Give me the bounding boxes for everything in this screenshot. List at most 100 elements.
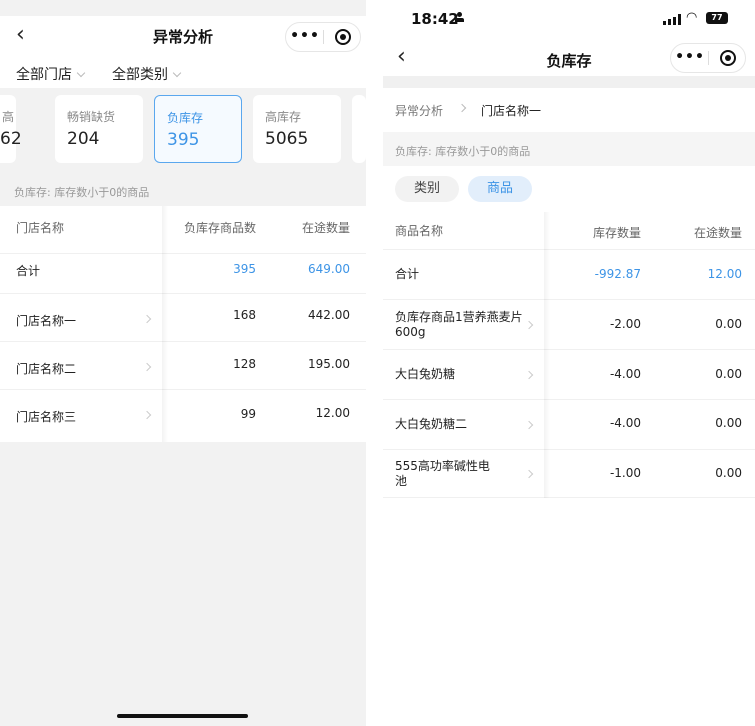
table-row[interactable]: 门店名称二 128 195.00 [0,342,366,390]
nav-bar: ‹ 负库存 ••• [383,40,755,76]
header-stock-qty[interactable]: 库存数量 [593,224,641,241]
total-stock: -992.87 [594,267,641,281]
store-transit: 442.00 [308,308,350,322]
store-transit: 12.00 [315,406,350,420]
breadcrumb-item-current: 门店名称一 [481,104,542,118]
product-name: 大白兔奶糖 [395,367,456,381]
target-icon[interactable] [720,50,736,66]
table-total-row: 合计 395 649.00 [0,246,366,294]
total-transit: 12.00 [707,267,742,281]
product-table: 商品名称 库存数量 在途数量 合计 -992.87 12.00 负库存商品1营养… [383,212,755,498]
mini-program-capsule: ••• [285,22,361,52]
filter-bar: 全部门店 全部类别 [0,56,366,88]
fixed-column-shadow [162,206,168,442]
capsule-divider [323,30,324,44]
more-dots-icon[interactable]: ••• [671,44,709,72]
chevron-down-icon [172,68,182,78]
product-name: 555高功率碱性电池 [395,459,490,488]
signal-icon [663,14,681,25]
chevron-right-icon [142,410,152,420]
header-in-transit[interactable]: 在途数量 [302,219,350,236]
chevron-right-icon [142,314,152,324]
store-name: 门店名称一 [16,314,77,328]
breadcrumb: 异常分析 门店名称一 [383,88,755,132]
total-label: 合计 [395,267,420,281]
chevron-right-icon [524,420,534,430]
nav-bar: ‹ 异常分析 ••• [0,16,366,56]
store-negative-count: 128 [233,357,256,371]
segment-tabs: 类别 商品 [383,166,755,212]
capsule-divider [708,51,709,65]
anomaly-analysis-screen: ‹ 异常分析 ••• 全部门店 全部类别 高 62 畅销缺货 204 负库存 3… [0,0,366,726]
chevron-right-icon [524,469,534,479]
negative-stock-screen: 18:42 ◠ 77 ‹ 负库存 ••• 异常分析 门店名称一 负库存: 库存数… [383,0,755,726]
mini-program-capsule: ••• [670,43,746,73]
status-time: 18:42 [411,10,459,28]
tab-product[interactable]: 商品 [468,176,532,202]
product-transit: 0.00 [715,466,742,480]
store-transit: 195.00 [308,357,350,371]
metric-cards: 高 62 畅销缺货 204 负库存 395 高库存 5065 [0,88,366,176]
table-row[interactable]: 555高功率碱性电池 -1.00 0.00 [383,450,755,498]
store-filter-label: 全部门店 [16,67,72,83]
metric-card-label: 负库存 [167,111,204,125]
store-name: 门店名称二 [16,362,77,376]
metric-card-label: 高库存 [265,110,302,124]
total-transit: 649.00 [308,262,350,276]
store-name: 门店名称三 [16,410,77,424]
product-name: 负库存商品1营养燕麦片600g [395,310,523,339]
table-row[interactable]: 门店名称一 168 442.00 [0,294,366,342]
metric-card-negative-stock[interactable]: 负库存 395 [154,95,242,163]
store-negative-count: 99 [240,407,256,421]
table-row[interactable]: 负库存商品1营养燕麦片600g -2.00 0.00 [383,300,755,350]
store-filter[interactable]: 全部门店 [16,64,86,84]
battery-icon: 77 [706,12,728,24]
more-dots-icon[interactable]: ••• [286,23,324,51]
header-negative-count[interactable]: 负库存商品数 [184,219,256,236]
metric-card-value: 395 [167,130,200,150]
metric-card-label: 畅销缺货 [67,110,116,124]
table-row[interactable]: 门店名称三 99 12.00 [0,390,366,438]
person-icon [455,12,464,22]
chevron-right-icon [524,320,534,330]
home-indicator[interactable] [117,714,248,718]
tab-category[interactable]: 类别 [395,176,459,202]
product-stock: -4.00 [609,416,641,430]
category-filter-label: 全部类别 [112,67,168,83]
status-bar: 18:42 ◠ 77 [383,0,755,40]
section-gap [383,76,755,88]
product-transit: 0.00 [715,367,742,381]
table-row[interactable]: 大白兔奶糖二 -4.00 0.00 [383,400,755,450]
wifi-icon: ◠ [686,10,698,25]
target-icon[interactable] [335,29,351,45]
metric-card-high[interactable]: 高 62 [0,95,22,163]
metric-card-bestseller-shortage[interactable]: 畅销缺货 204 [55,95,143,163]
product-stock: -4.00 [609,367,641,381]
metric-card-high-stock[interactable]: 高库存 5065 [253,95,341,163]
store-table: 门店名称 负库存商品数 在途数量 合计 395 649.00 门店名称一 168… [0,206,366,442]
metric-description: 负库存: 库存数小于0的商品 [0,176,366,206]
product-stock: -1.00 [609,466,641,480]
header-product-name: 商品名称 [395,224,444,238]
total-count: 395 [233,262,256,276]
metric-card-value: 204 [67,129,100,149]
total-label: 合计 [16,264,41,278]
header-in-transit[interactable]: 在途数量 [694,224,742,241]
fixed-column-shadow [544,212,550,498]
chevron-right-icon [524,370,534,380]
store-negative-count: 168 [233,308,256,322]
product-transit: 0.00 [715,416,742,430]
product-transit: 0.00 [715,317,742,331]
table-row[interactable]: 大白兔奶糖 -4.00 0.00 [383,350,755,400]
product-name: 大白兔奶糖二 [395,417,468,431]
chevron-right-icon [457,103,467,113]
product-stock: -2.00 [609,317,641,331]
table-total-row: 合计 -992.87 12.00 [383,250,755,300]
chevron-down-icon [76,68,86,78]
category-filter[interactable]: 全部类别 [112,64,182,84]
metric-card-value: 62 [0,129,22,149]
metric-card-label: 高 [2,110,15,124]
table-header: 商品名称 库存数量 在途数量 [383,212,755,250]
breadcrumb-item[interactable]: 异常分析 [395,102,443,119]
metric-card-partial[interactable] [352,95,366,163]
